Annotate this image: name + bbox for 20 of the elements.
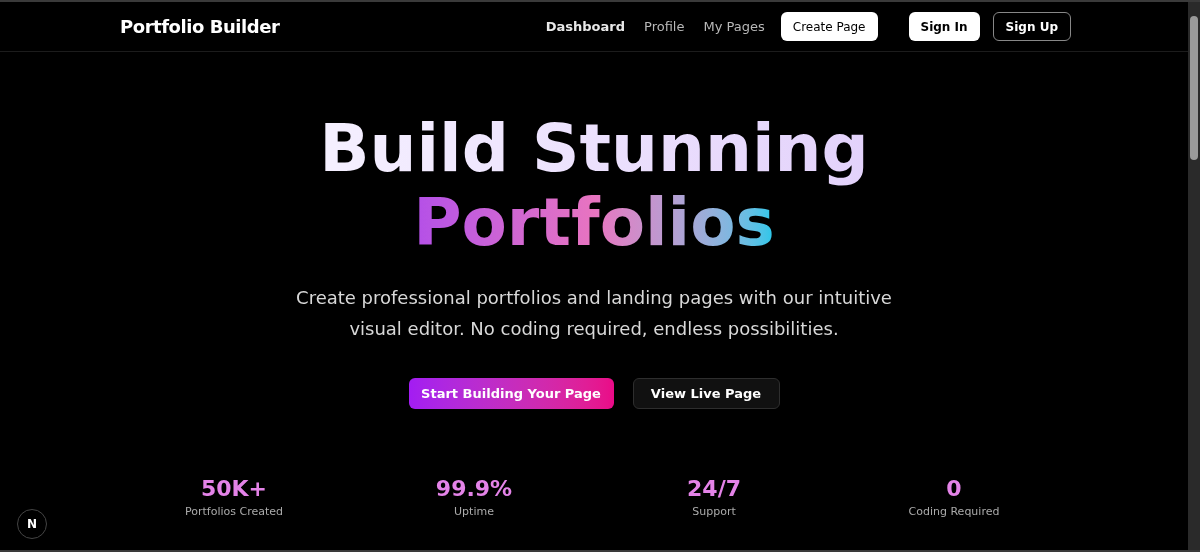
nav-link[interactable]: My Pages	[703, 16, 765, 37]
stat-value: 0	[946, 475, 962, 503]
stat-label: Support	[692, 504, 736, 520]
sign-up-button[interactable]: Sign Up	[992, 12, 1071, 41]
stat-label: Coding Required	[908, 504, 1000, 520]
scrollbar[interactable]	[1188, 2, 1200, 550]
stat-label: Portfolios Created	[185, 504, 283, 520]
stat-value: 99.9%	[435, 475, 513, 503]
hero-subtitle: Create professional portfolios and landing pages with our intuitive visual editor. No coding required, endless possibilities.	[295, 286, 893, 341]
nav-link[interactable]: Dashboard	[545, 16, 626, 37]
start-building-button[interactable]: Start Building Your Page	[408, 378, 614, 409]
brand-title[interactable]: Portfolio Builder	[120, 13, 280, 40]
stat-value: 24/7	[687, 475, 741, 503]
view-live-page-button[interactable]: View Live Page	[632, 378, 780, 409]
nav-link[interactable]: Profile	[644, 16, 685, 37]
stat-label: Uptime	[454, 504, 494, 520]
sign-in-button[interactable]: Sign In	[908, 12, 980, 41]
stat-value: 50K+	[200, 475, 268, 503]
framework-badge-icon[interactable]: N	[17, 509, 47, 539]
create-page-button[interactable]: Create Page	[780, 12, 878, 41]
